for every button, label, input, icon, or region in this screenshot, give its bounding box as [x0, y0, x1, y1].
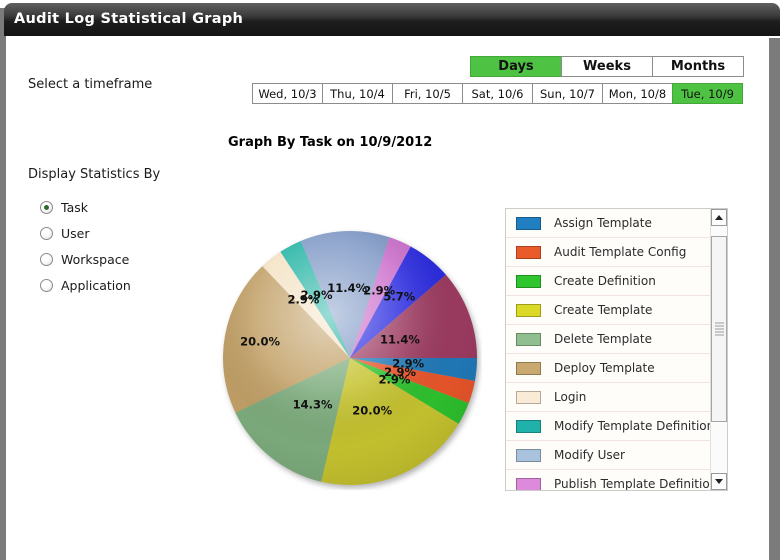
- radio-task[interactable]: [40, 200, 53, 214]
- legend-item: Modify Template Definition: [506, 412, 710, 441]
- scrollbar-grip-icon: [715, 322, 724, 336]
- legend-swatch: [516, 448, 541, 462]
- legend-item-label: Deploy Template: [554, 361, 655, 375]
- radio-option-application[interactable]: Application: [40, 272, 131, 298]
- legend-panel: Assign Template Audit Template Config Crea…: [505, 208, 728, 491]
- legend-swatch: [516, 419, 541, 433]
- timeframe-label: Select a timeframe: [28, 77, 153, 92]
- legend-item-label: Audit Template Config: [554, 245, 687, 259]
- legend-swatch: [516, 216, 541, 230]
- window-right-border: [769, 38, 780, 560]
- legend-swatch: [516, 245, 541, 259]
- radio-option-label: Application: [61, 277, 131, 293]
- scrollbar-thumb[interactable]: [711, 236, 727, 422]
- legend-item-label: Assign Template: [554, 216, 652, 230]
- day-button-label: Wed, 10/3: [258, 86, 317, 101]
- legend-swatch: [516, 303, 541, 317]
- legend-swatch: [516, 274, 541, 288]
- day-button-sun-10-7[interactable]: Sun, 10/7: [532, 83, 603, 104]
- tab-label: Weeks: [583, 59, 631, 74]
- pie-chart: 2.9%2.9%2.9%20.0%14.3%20.0%2.9%2.9%11.4%…: [222, 230, 477, 486]
- audit-log-window: Audit Log Statistical Graph Days Weeks Mon…: [0, 0, 784, 560]
- legend-item-label: Modify User: [554, 448, 625, 462]
- pie-slice-label: 11.4%: [327, 281, 367, 295]
- day-button-label: Sat, 10/6: [471, 86, 524, 101]
- day-button-mon-10-8[interactable]: Mon, 10/8: [602, 83, 673, 104]
- legend-item: Deploy Template: [506, 354, 710, 383]
- day-button-thu-10-4[interactable]: Thu, 10/4: [322, 83, 393, 104]
- tab-label: Days: [498, 59, 534, 74]
- day-button-label: Mon, 10/8: [608, 86, 667, 101]
- window-titlebar: Audit Log Statistical Graph: [4, 3, 780, 36]
- window-title: Audit Log Statistical Graph: [14, 11, 244, 27]
- legend-swatch: [516, 332, 541, 346]
- tab-days[interactable]: Days: [470, 56, 562, 77]
- radio-option-label: Task: [61, 199, 88, 215]
- scroll-up-button[interactable]: [711, 209, 727, 226]
- legend-item-label: Create Definition: [554, 274, 656, 288]
- graph-heading: Graph By Task on 10/9/2012: [228, 135, 433, 150]
- legend-item: Delete Template: [506, 325, 710, 354]
- legend-item-label: Publish Template Definition: [554, 477, 710, 490]
- legend-item: Create Definition: [506, 267, 710, 296]
- display-statistics-by-label: Display Statistics By: [28, 167, 161, 182]
- radio-option-label: User: [61, 225, 90, 241]
- tab-weeks[interactable]: Weeks: [561, 56, 653, 77]
- timeframe-day-buttons: Wed, 10/3 Thu, 10/4 Fri, 10/5 Sat, 10/6 Sun,…: [252, 83, 743, 104]
- legend-item: Modify User: [506, 441, 710, 470]
- scroll-down-button[interactable]: [711, 473, 727, 490]
- legend-item: Login: [506, 383, 710, 412]
- pie-slice-label: 2.9%: [379, 373, 411, 387]
- legend-swatch: [516, 361, 541, 375]
- legend-item-label: Login: [554, 390, 587, 404]
- day-button-label: Tue, 10/9: [681, 86, 734, 101]
- radio-workspace[interactable]: [40, 252, 53, 266]
- radio-option-user[interactable]: User: [40, 220, 131, 246]
- legend-item-label: Modify Template Definition: [554, 419, 710, 433]
- day-button-sat-10-6[interactable]: Sat, 10/6: [462, 83, 533, 104]
- pie-slice-label: 20.0%: [352, 404, 392, 418]
- pie-slice-label: 20.0%: [240, 335, 280, 349]
- radio-dot: [44, 204, 49, 210]
- legend-swatch: [516, 390, 541, 404]
- display-statistics-by-group: Task User Workspace Application: [40, 194, 131, 298]
- day-button-label: Sun, 10/7: [539, 86, 595, 101]
- day-button-wed-10-3[interactable]: Wed, 10/3: [252, 83, 323, 104]
- view-tabs: Days Weeks Months: [470, 56, 744, 77]
- day-button-label: Fri, 10/5: [404, 86, 451, 101]
- radio-option-task[interactable]: Task: [40, 194, 131, 220]
- radio-application[interactable]: [40, 278, 53, 292]
- day-button-fri-10-5[interactable]: Fri, 10/5: [392, 83, 463, 104]
- legend-item: Assign Template: [506, 209, 710, 238]
- legend-scrollbar[interactable]: [710, 209, 727, 490]
- tab-months[interactable]: Months: [652, 56, 744, 77]
- arrow-down-icon: [715, 479, 723, 484]
- legend-item-label: Delete Template: [554, 332, 652, 346]
- tab-label: Months: [670, 59, 726, 74]
- day-button-label: Thu, 10/4: [330, 86, 385, 101]
- day-button-tue-10-9[interactable]: Tue, 10/9: [672, 83, 743, 104]
- legend-list: Assign Template Audit Template Config Crea…: [506, 209, 710, 490]
- legend-item: Create Template: [506, 296, 710, 325]
- legend-swatch: [516, 477, 541, 490]
- legend-item: Publish Template Definition: [506, 470, 710, 490]
- pie-slice-label: 14.3%: [293, 398, 333, 412]
- radio-option-workspace[interactable]: Workspace: [40, 246, 131, 272]
- legend-item-label: Create Template: [554, 303, 653, 317]
- arrow-up-icon: [715, 215, 723, 220]
- legend-item: Audit Template Config: [506, 238, 710, 267]
- radio-user[interactable]: [40, 226, 53, 240]
- pie-slice-label: 5.7%: [383, 290, 415, 304]
- radio-option-label: Workspace: [61, 251, 130, 267]
- pie-3d-sheen: [223, 231, 477, 485]
- window-left-border: [0, 8, 6, 560]
- pie-slice-label: 11.4%: [380, 332, 420, 346]
